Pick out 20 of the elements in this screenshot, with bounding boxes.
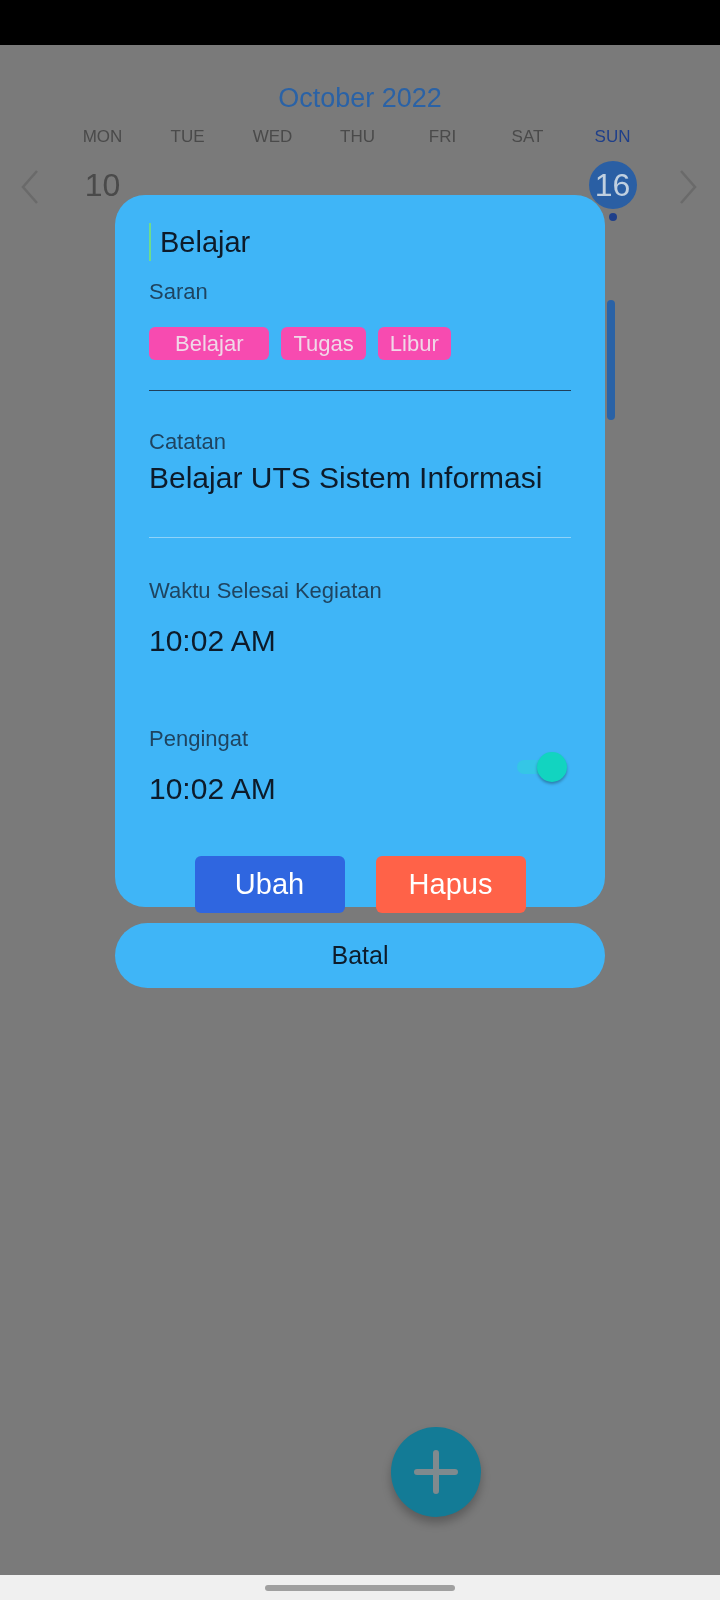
suggestion-chip[interactable]: Belajar — [149, 327, 270, 360]
add-button[interactable] — [391, 1427, 481, 1517]
plus-icon — [413, 1449, 459, 1495]
note-text: Belajar UTS Sistem Informasi — [149, 461, 544, 495]
reminder-label: Pengingat — [149, 726, 250, 752]
month-title: October 2022 — [277, 83, 443, 115]
reminder-time[interactable]: 10:02 AM — [149, 772, 276, 806]
edit-button[interactable]: Ubah — [194, 856, 345, 913]
suggestion-chip[interactable]: Tugas — [281, 327, 366, 360]
cancel-button[interactable]: Batal — [115, 923, 605, 988]
note-label: Catatan — [149, 429, 228, 455]
weekday-label: SUN — [594, 126, 631, 148]
title-field[interactable]: Belajar — [149, 223, 571, 261]
suggestion-chip[interactable]: Libur — [377, 327, 451, 360]
delete-button[interactable]: Hapus — [375, 856, 526, 913]
day-number[interactable]: 16 — [588, 161, 637, 209]
end-time-label: Waktu Selesai Kegiatan — [149, 578, 383, 604]
home-indicator[interactable] — [265, 1584, 455, 1591]
suggestions-label: Saran — [149, 279, 209, 305]
end-time-value[interactable]: 10:02 AM — [149, 624, 571, 658]
